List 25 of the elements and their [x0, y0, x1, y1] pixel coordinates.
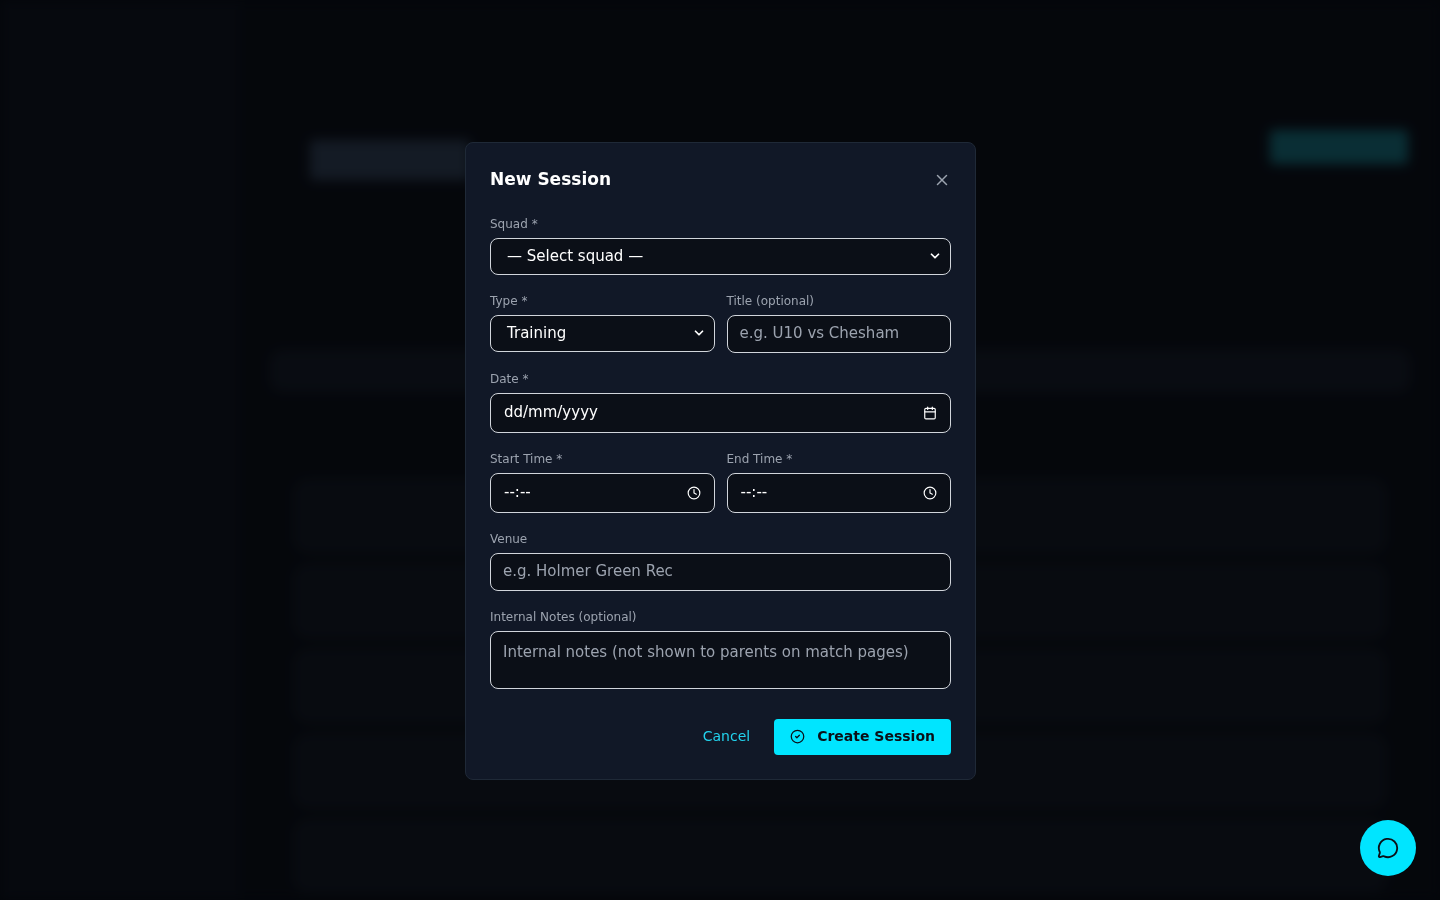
notes-field[interactable]: Internal notes (not shown to parents on match pages): [490, 630, 951, 689]
date-field[interactable]: dd/mm/yyyy: [490, 392, 951, 433]
chat-bubble-icon: [1377, 837, 1399, 859]
select-field[interactable]: — Select squad —: [490, 237, 951, 275]
field-label: Internal Notes (optional): [490, 608, 638, 626]
create-session-button[interactable]: Create Session: [774, 718, 951, 755]
field-label: Start Time *: [490, 450, 564, 468]
dialog-title: New Session: [490, 168, 611, 191]
time-field[interactable]: --:--: [490, 472, 715, 513]
field-label: End Time *: [726, 450, 794, 468]
check-circle-icon: [790, 729, 806, 744]
time-field[interactable]: --:--: [726, 472, 951, 513]
field-label: Venue: [490, 530, 529, 548]
chat-button[interactable]: [1360, 820, 1416, 876]
field-label: Title (optional): [726, 292, 816, 310]
field-label: Type *: [490, 292, 529, 310]
text-field[interactable]: e.g. Holmer Green Rec: [490, 552, 951, 591]
cancel-button[interactable]: Cancel: [702, 726, 751, 747]
calendar-icon: [923, 405, 937, 420]
field-label: Squad *: [490, 215, 539, 233]
select-field[interactable]: Training: [490, 314, 715, 352]
clock-icon: [923, 485, 937, 500]
text-field[interactable]: e.g. U10 vs Chesham: [726, 314, 951, 353]
clock-icon: [686, 485, 701, 500]
field-label: Date *: [490, 370, 530, 388]
